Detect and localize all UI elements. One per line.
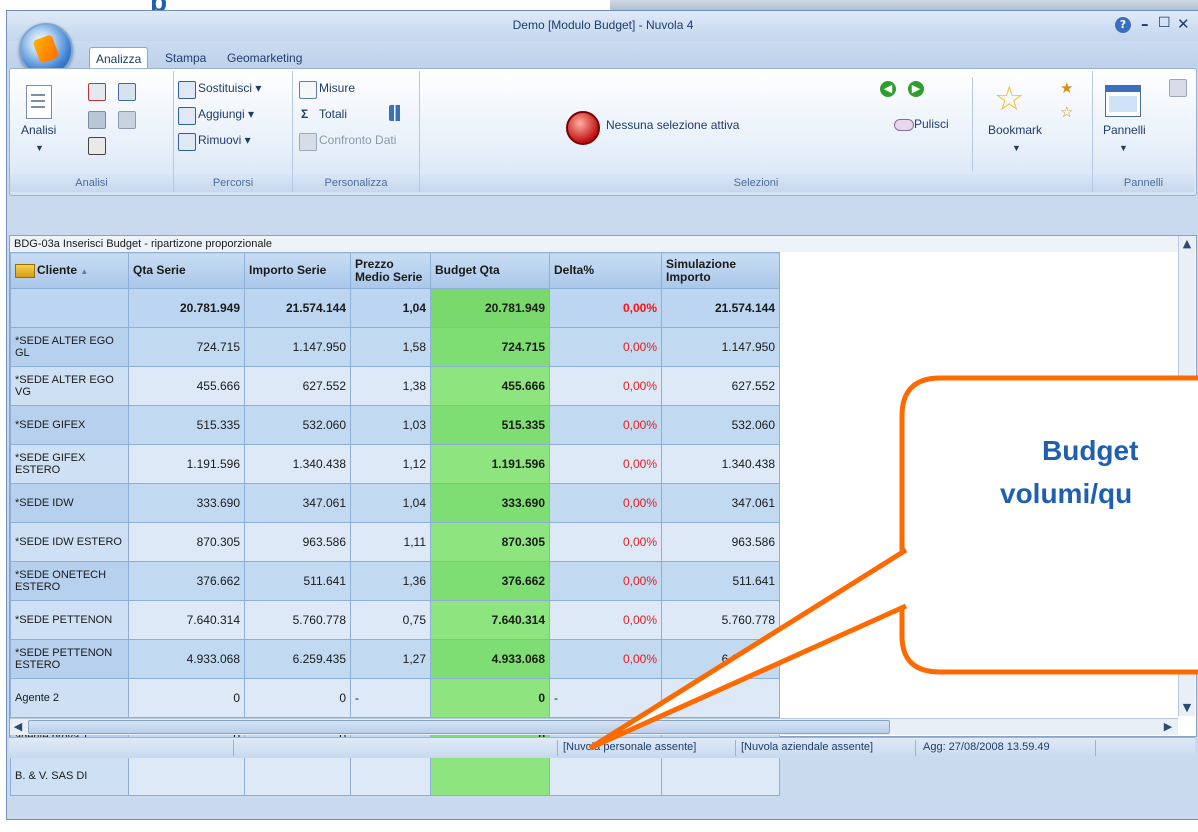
callout-overlay (588, 375, 1198, 751)
callout-text-line1: Budget (1042, 435, 1139, 466)
callout-text-line2: volumi/qu (1000, 478, 1133, 509)
callout-bubble (899, 375, 1198, 675)
callout-pointer (588, 547, 908, 751)
